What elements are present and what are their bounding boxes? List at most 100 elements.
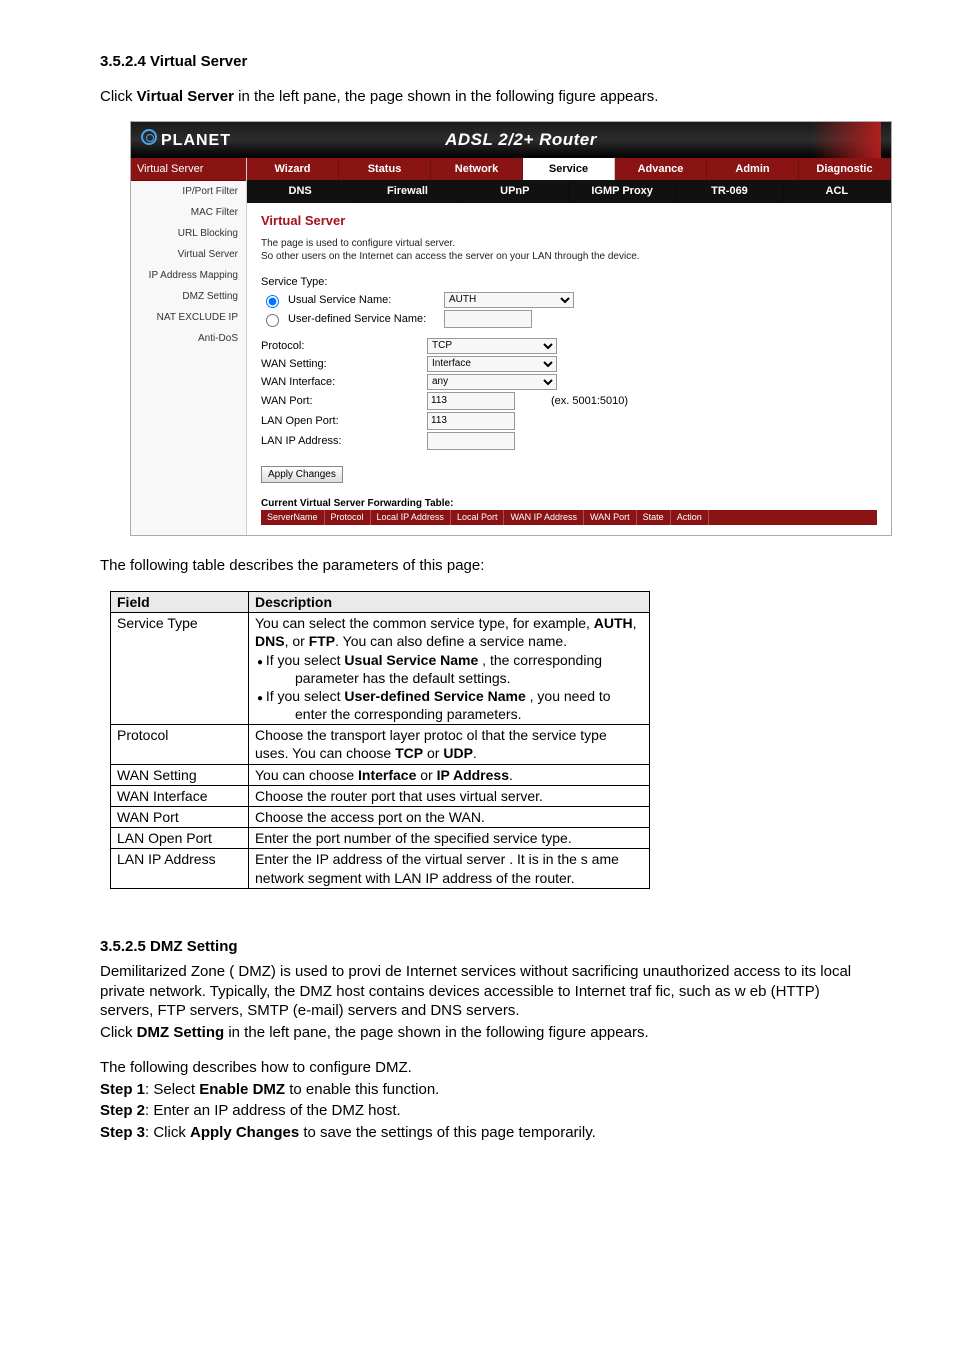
intro-1-a: Click [100,88,137,105]
wan-port-hint: (ex. 5001:5010) [551,394,628,408]
section-2-title: DMZ Setting [150,938,238,955]
param-desc-servicetype: You can select the common service type, … [249,613,650,725]
section-1-intro: Click Virtual Server in the left pane, t… [100,87,854,107]
banner-title: ADSL 2/2+ Router [445,129,597,151]
param-th-desc: Description [249,591,650,612]
intro-1-c: in the left pane, the page shown in the … [234,88,658,105]
param-row-wanport: WAN Port Choose the access port on the W… [111,807,650,828]
dmz-paragraph-1: Demilitarized Zone ( DMZ) is used to pro… [100,962,854,1021]
nav2-igmp[interactable]: IGMP Proxy [569,180,676,202]
section-2-num: 3.5.2.5 [100,938,146,955]
wan-setting-label: WAN Setting: [261,357,421,371]
content-desc-l2: So other users on the Internet can acces… [261,250,877,263]
sidebar-item-ipport[interactable]: IP/Port Filter [131,181,246,202]
nav2-dns[interactable]: DNS [247,180,354,202]
fw-col-protocol: Protocol [325,510,371,526]
router-screenshot: PLANET ADSL 2/2+ Router Virtual Server I… [130,121,892,536]
param-field-lanopen: LAN Open Port [111,828,249,849]
top-nav: Wizard Status Network Service Advance Ad… [247,158,891,180]
param-desc-waniface: Choose the router port that uses virtual… [249,785,650,806]
param-field-wansetting: WAN Setting [111,764,249,785]
user-service-label: User-defined Service Name: [288,312,438,326]
nav2-tr069[interactable]: TR-069 [676,180,783,202]
user-service-radio[interactable] [266,314,279,327]
forward-table-title: Current Virtual Server Forwarding Table: [261,497,877,510]
param-row-servicetype: Service Type You can select the common s… [111,613,650,725]
wan-iface-label: WAN Interface: [261,375,421,389]
section-1-heading: 3.5.2.4 Virtual Server [100,52,854,72]
param-row-wansetting: WAN Setting You can choose Interface or … [111,764,650,785]
fw-col-servername: ServerName [261,510,325,526]
lan-ip-label: LAN IP Address: [261,434,421,448]
param-desc-lanopen: Enter the port number of the specified s… [249,828,650,849]
sidebar-item-natexclude[interactable]: NAT EXCLUDE IP [131,307,246,328]
nav2-firewall[interactable]: Firewall [354,180,461,202]
usual-service-radio[interactable] [266,295,279,308]
nav2-acl[interactable]: ACL [784,180,891,202]
nav1-status[interactable]: Status [339,158,431,180]
param-desc-wansetting: You can choose Interface or IP Address. [249,764,650,785]
sidebar-item-ipmapping[interactable]: IP Address Mapping [131,265,246,286]
user-service-input[interactable] [444,310,532,328]
param-field-wanport: WAN Port [111,807,249,828]
dmz-step-3: Step 3: Click Apply Changes to save the … [100,1123,854,1143]
sidebar-item-urlblocking[interactable]: URL Blocking [131,223,246,244]
sidebar-item-virtualserver[interactable]: Virtual Server [131,244,246,265]
fw-col-wanport: WAN Port [584,510,637,526]
param-field-waniface: WAN Interface [111,785,249,806]
param-row-protocol: Protocol Choose the transport layer prot… [111,725,650,764]
fw-col-state: State [637,510,671,526]
nav1-admin[interactable]: Admin [707,158,799,180]
param-desc-lanip: Enter the IP address of the virtual serv… [249,849,650,888]
nav1-service[interactable]: Service [523,158,615,180]
lan-open-label: LAN Open Port: [261,414,421,428]
wan-port-label: WAN Port: [261,394,421,408]
fw-col-wanip: WAN IP Address [504,510,584,526]
section-1-title: Virtual Server [150,53,247,70]
forward-table-header: ServerName Protocol Local IP Address Loc… [261,510,877,526]
dmz-paragraph-3: The following describes how to configure… [100,1058,854,1078]
apply-button[interactable]: Apply Changes [261,466,343,483]
nav1-advance[interactable]: Advance [615,158,707,180]
banner-stripe [811,122,881,158]
usual-service-select[interactable]: AUTH [444,292,574,308]
param-intro-text: The following table describes the parame… [100,556,854,576]
protocol-label: Protocol: [261,339,421,353]
lan-ip-input[interactable] [427,432,515,450]
section-2-heading: 3.5.2.5 DMZ Setting [100,937,854,957]
wan-iface-select[interactable]: any [427,374,557,390]
nav1-diagnostic[interactable]: Diagnostic [799,158,891,180]
param-row-waniface: WAN Interface Choose the router port tha… [111,785,650,806]
param-desc-protocol: Choose the transport layer protoc ol tha… [249,725,650,764]
content-desc: The page is used to configure virtual se… [261,237,877,263]
lan-open-input[interactable] [427,412,515,430]
nav1-network[interactable]: Network [431,158,523,180]
wan-port-input[interactable] [427,392,515,410]
param-field-lanip: LAN IP Address [111,849,249,888]
fw-col-localip: Local IP Address [371,510,451,526]
wan-setting-select[interactable]: Interface [427,356,557,372]
fw-col-localport: Local Port [451,510,505,526]
param-th-field: Field [111,591,249,612]
intro-1-b: Virtual Server [137,88,234,105]
logo-text: PLANET [161,131,231,152]
router-logo: PLANET [141,129,231,152]
sidebar-item-macfilter[interactable]: MAC Filter [131,202,246,223]
dmz-paragraph-2: Click DMZ Setting in the left pane, the … [100,1023,854,1043]
router-content: Virtual Server The page is used to confi… [247,203,891,536]
fw-col-action: Action [671,510,709,526]
param-row-lanopen: LAN Open Port Enter the port number of t… [111,828,650,849]
param-table: Field Description Service Type You can s… [110,591,650,889]
sidebar-item-dmz[interactable]: DMZ Setting [131,286,246,307]
nav1-wizard[interactable]: Wizard [247,158,339,180]
globe-icon [141,129,157,145]
usual-service-label: Usual Service Name: [288,293,438,307]
param-row-lanip: LAN IP Address Enter the IP address of t… [111,849,650,888]
sidebar-item-antidos[interactable]: Anti-DoS [131,328,246,349]
protocol-select[interactable]: TCP [427,338,557,354]
content-desc-l1: The page is used to configure virtual se… [261,237,877,250]
sub-nav: DNS Firewall UPnP IGMP Proxy TR-069 ACL [247,180,891,202]
content-title: Virtual Server [261,213,877,230]
dmz-step-2: Step 2: Enter an IP address of the DMZ h… [100,1101,854,1121]
nav2-upnp[interactable]: UPnP [462,180,569,202]
